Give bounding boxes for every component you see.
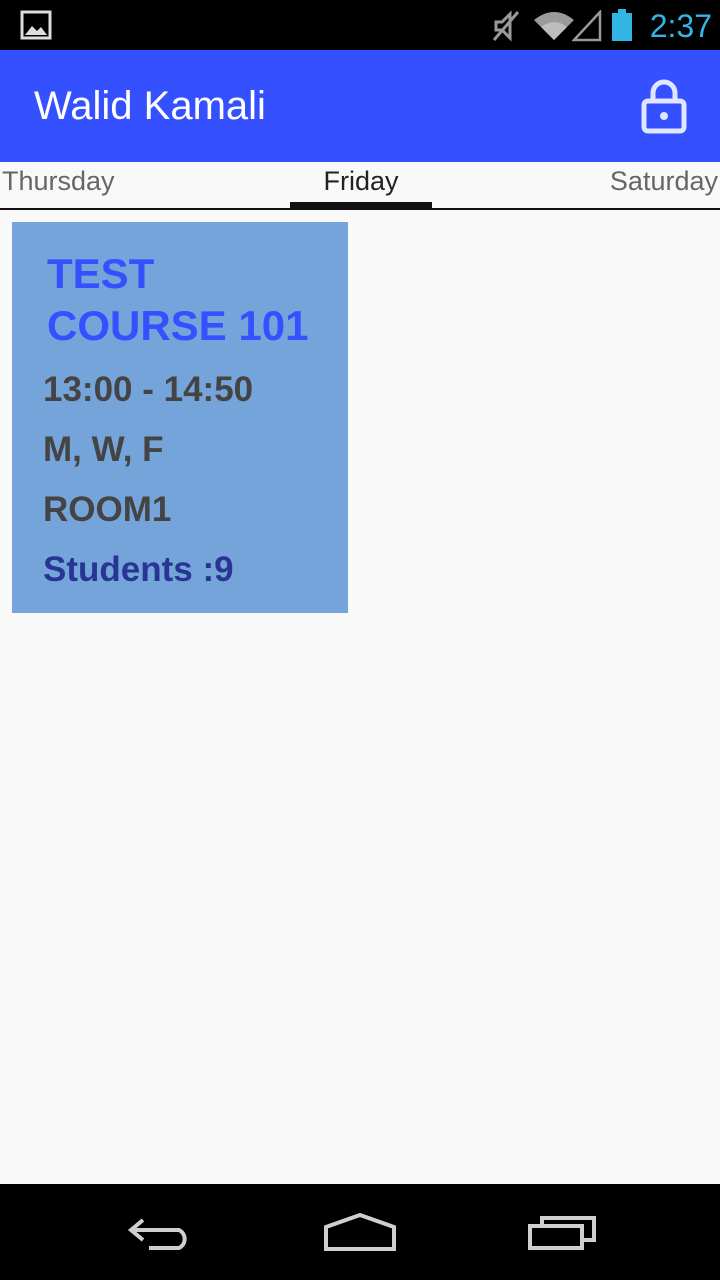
selected-tab-indicator [290,202,432,208]
tab-thursday[interactable]: Thursday [2,162,115,208]
home-button[interactable] [312,1202,408,1262]
status-bar: 2:37 [0,0,720,50]
schedule-content: TEST COURSE 101 13:00 - 14:50 M, W, F RO… [0,210,720,1184]
home-icon [324,1212,396,1251]
lock-icon [641,79,687,134]
gallery-icon [20,10,52,40]
back-icon [127,1218,187,1250]
app-bar: Walid Kamali [0,50,720,162]
signal-icon [572,10,602,42]
battery-icon [612,9,632,41]
course-students: Students :9 [43,550,234,589]
app-title: Walid Kamali [34,84,266,128]
status-clock: 2:37 [649,8,712,44]
course-time: 13:00 - 14:50 [43,370,254,409]
lock-button[interactable] [630,72,698,140]
mute-icon [492,10,520,42]
back-button[interactable] [112,1202,208,1262]
recents-button[interactable] [514,1202,610,1262]
recents-icon [528,1216,596,1250]
course-card[interactable]: TEST COURSE 101 13:00 - 14:50 M, W, F RO… [12,222,348,613]
navigation-bar [0,1184,720,1280]
tab-saturday[interactable]: Saturday [610,162,718,208]
day-tabs: Thursday Friday Saturday [0,162,720,210]
course-room: ROOM1 [43,490,172,529]
course-title: TEST COURSE 101 [47,250,309,349]
wifi-icon [534,12,574,40]
course-days: M, W, F [43,430,164,469]
